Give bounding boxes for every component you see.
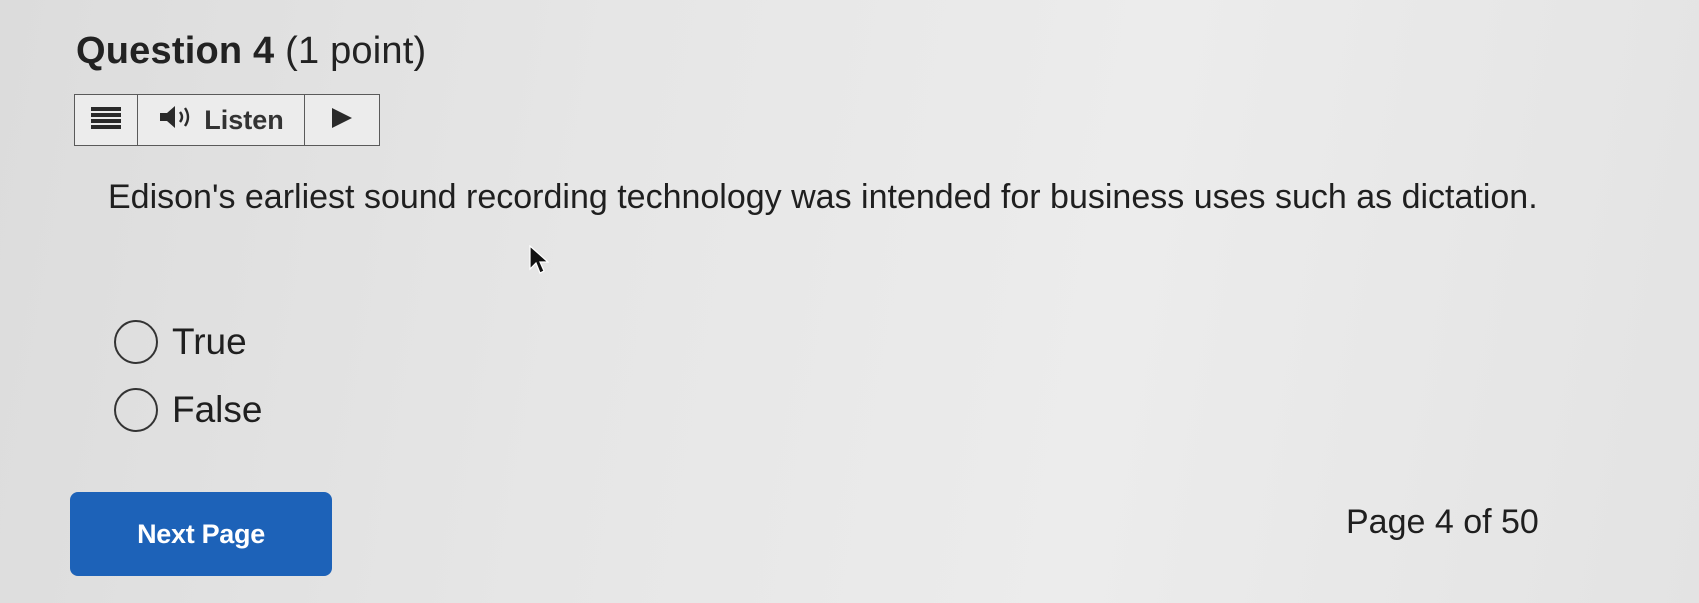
option-true-label: True (172, 321, 247, 362)
question-title: Question 4 (1 point) (76, 30, 426, 73)
radio-false[interactable] (114, 388, 158, 432)
next-page-button[interactable]: Next Page (70, 492, 332, 576)
question-number: Question 4 (76, 30, 275, 72)
question-text: Edison's earliest sound recording techno… (108, 178, 1538, 216)
option-false[interactable]: False (114, 388, 262, 432)
listen-button[interactable]: Listen (138, 95, 305, 145)
mouse-cursor-icon (529, 244, 550, 275)
question-points: (1 point) (285, 30, 427, 72)
menu-icon (91, 106, 121, 135)
readspeaker-menu-button[interactable] (75, 95, 138, 145)
option-true[interactable]: True (114, 320, 247, 364)
readspeaker-toolbar: Listen (74, 94, 380, 146)
option-false-label: False (172, 389, 263, 430)
page-indicator: Page 4 of 50 (1346, 503, 1539, 541)
listen-label: Listen (204, 104, 284, 135)
speaker-icon (158, 104, 196, 137)
play-button[interactable] (305, 95, 379, 145)
radio-true[interactable] (114, 320, 158, 364)
play-icon (330, 106, 354, 135)
